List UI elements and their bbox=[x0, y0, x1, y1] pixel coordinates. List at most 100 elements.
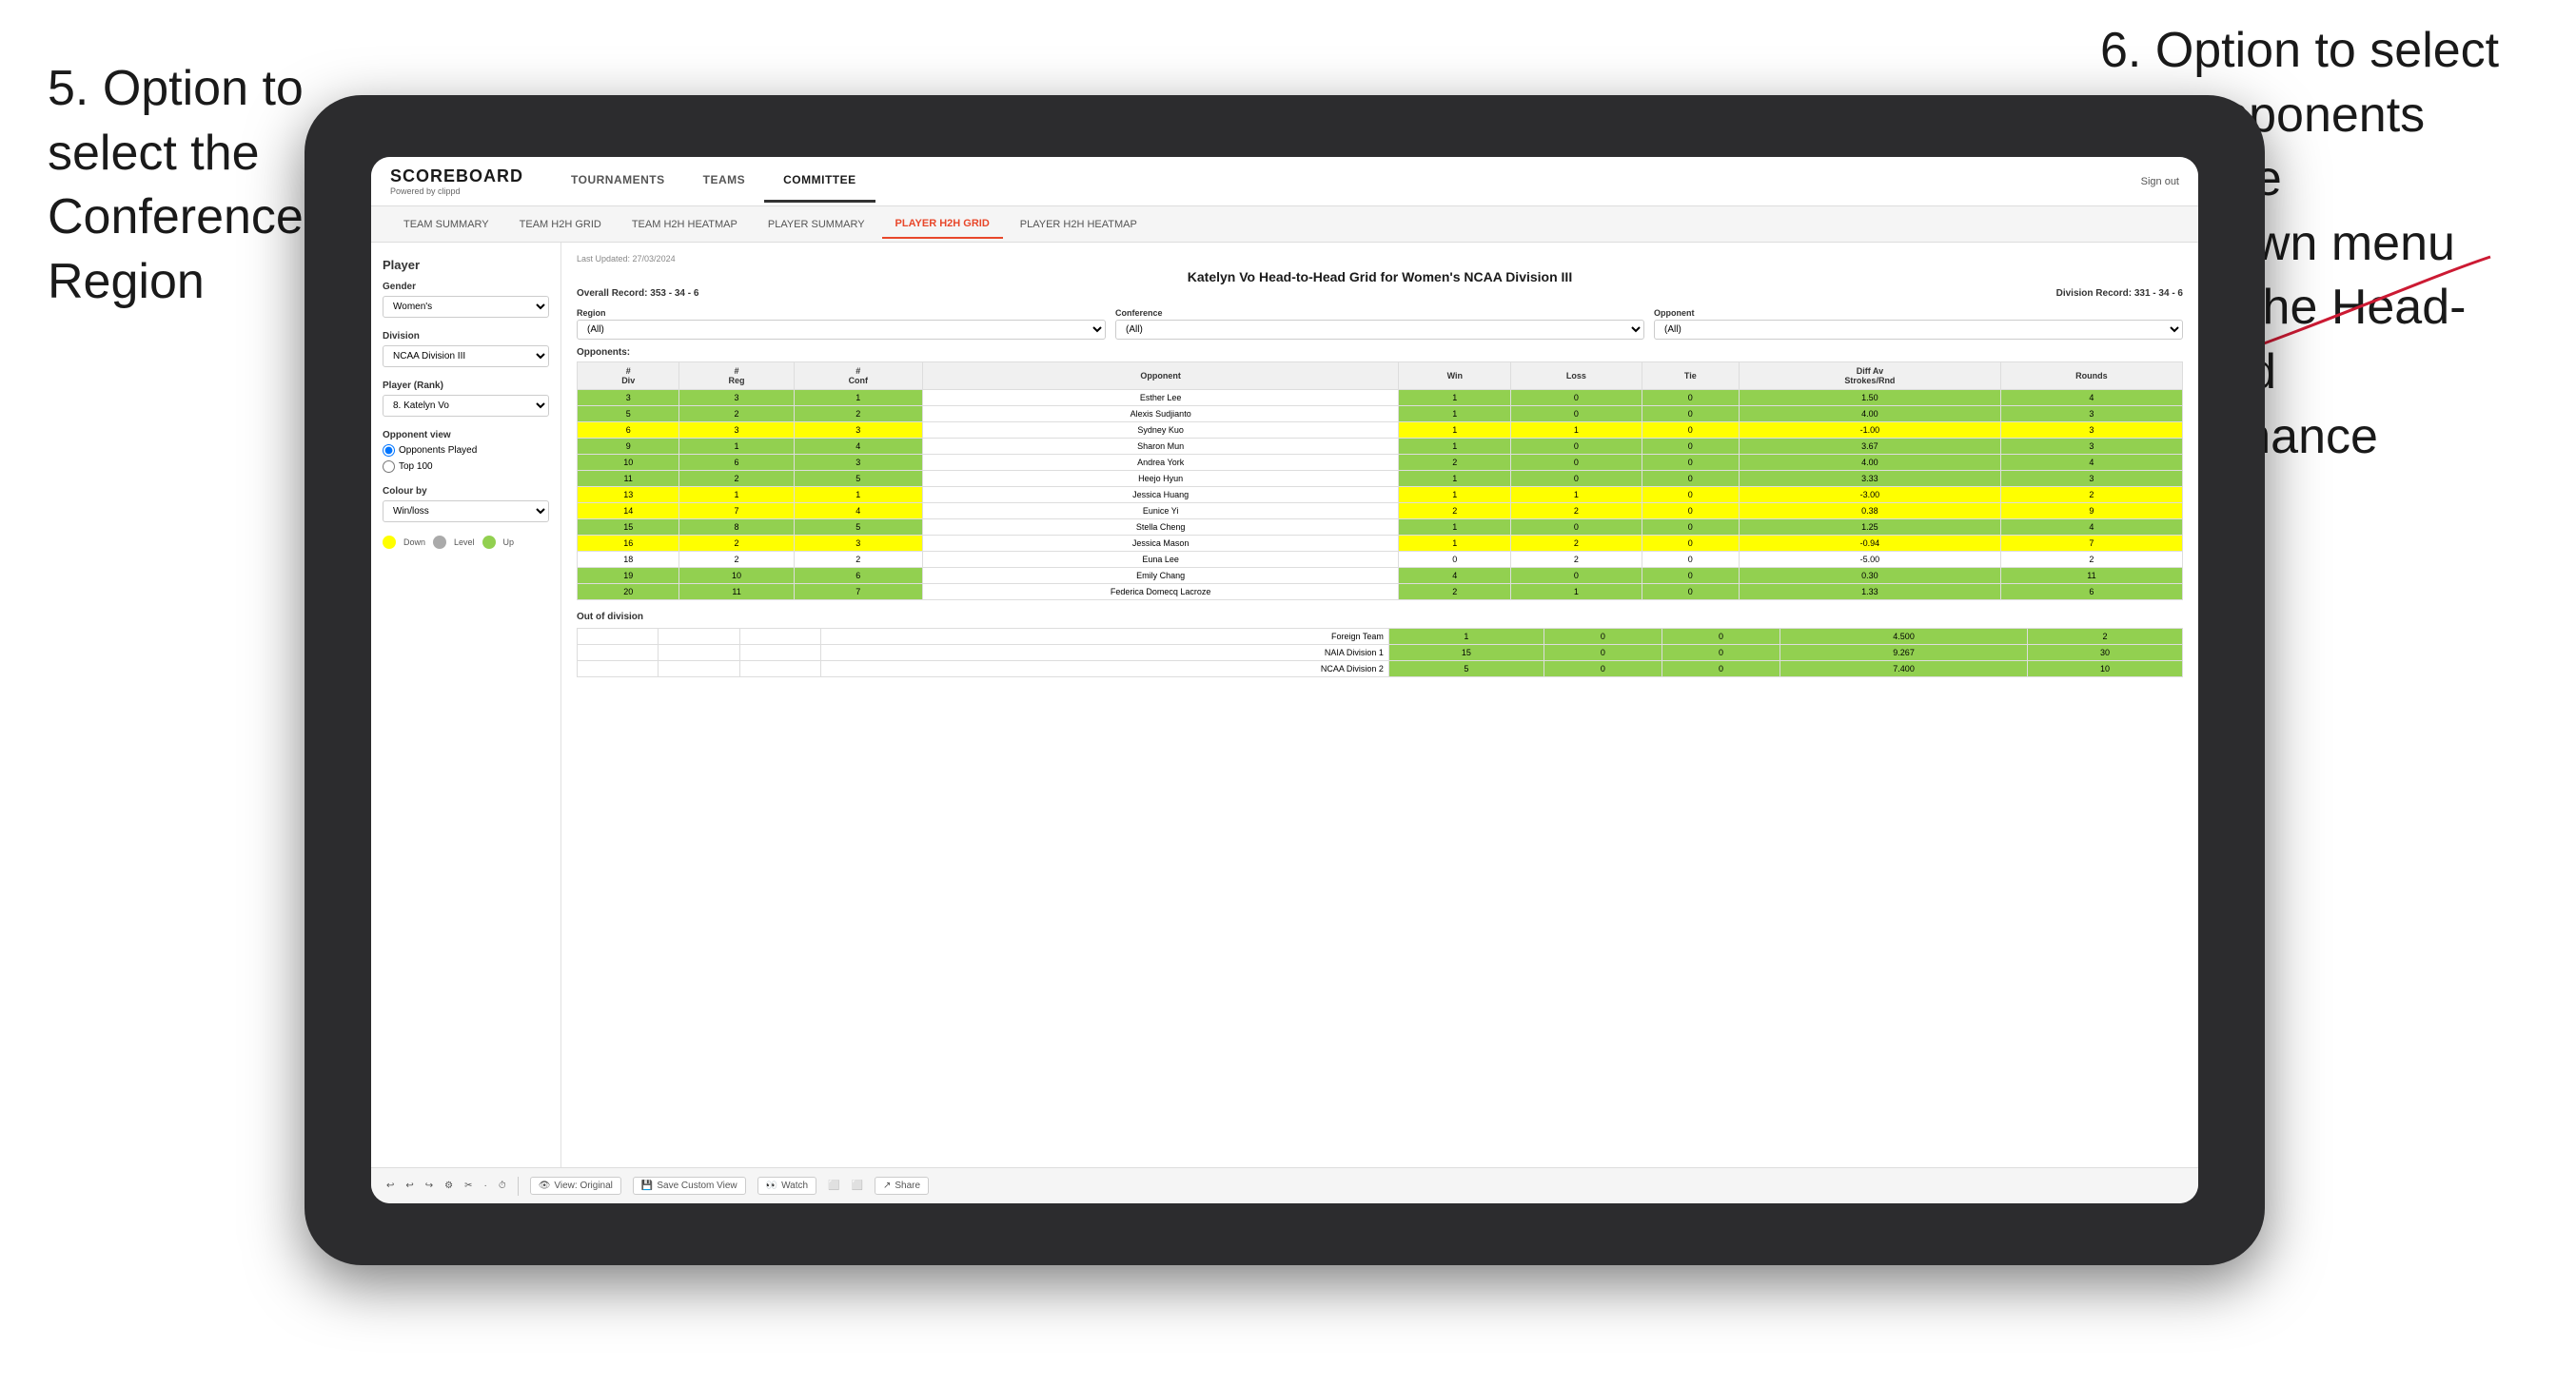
col-reg: #Reg bbox=[679, 362, 794, 390]
player-rank-select[interactable]: 8. Katelyn Vo bbox=[383, 395, 549, 417]
col-conf: #Conf bbox=[794, 362, 922, 390]
logo-text: SCOREBOARD bbox=[390, 166, 523, 186]
filter-row: Region (All) Conference (All) Opponent bbox=[577, 308, 2183, 340]
tab-team-h2h-heatmap[interactable]: TEAM H2H HEATMAP bbox=[619, 211, 751, 238]
color-label-up: Up bbox=[503, 537, 515, 547]
out-of-division-label: Out of division bbox=[577, 612, 2183, 622]
division-record: Division Record: 331 - 34 - 6 bbox=[2056, 288, 2183, 299]
toolbar-icon1[interactable]: ⬜ bbox=[828, 1181, 839, 1191]
col-loss: Loss bbox=[1511, 362, 1642, 390]
filter-opponent-label: Opponent bbox=[1654, 308, 2183, 318]
nav-teams[interactable]: TEAMS bbox=[684, 160, 765, 203]
opponent-filter-select[interactable]: (All) bbox=[1654, 320, 2183, 340]
table-row: 1623Jessica Mason120-0.947 bbox=[578, 536, 2183, 552]
bottom-toolbar: ↩ ↩ ↪ ⚙ ✂ · ⏱ 👁 View: Original 💾 Save Cu… bbox=[371, 1167, 2198, 1203]
color-label-level: Level bbox=[454, 537, 475, 547]
color-circle-down bbox=[383, 536, 396, 549]
table-row: 633Sydney Kuo110-1.003 bbox=[578, 422, 2183, 439]
conf-filter-select[interactable]: (All) bbox=[1115, 320, 1644, 340]
colour-select[interactable]: Win/loss bbox=[383, 500, 549, 522]
toolbar-icon2[interactable]: ⬜ bbox=[852, 1181, 863, 1191]
color-label-down: Down bbox=[403, 537, 425, 547]
sidebar-player-rank-section: Player (Rank) 8. Katelyn Vo bbox=[383, 381, 549, 417]
sidebar-opponent-view-section: Opponent view Opponents Played Top 100 bbox=[383, 430, 549, 473]
tab-player-summary[interactable]: PLAYER SUMMARY bbox=[755, 211, 878, 238]
ood-table-row: NAIA Division 115009.26730 bbox=[578, 645, 2183, 661]
save-custom-btn[interactable]: 💾 Save Custom View bbox=[633, 1177, 746, 1195]
ood-table-row: NCAA Division 25007.40010 bbox=[578, 661, 2183, 677]
gender-select[interactable]: Women's bbox=[383, 296, 549, 318]
undo-icon[interactable]: ↩ bbox=[386, 1181, 394, 1191]
sign-out-link[interactable]: Sign out bbox=[2141, 176, 2179, 187]
col-opponent: Opponent bbox=[922, 362, 1398, 390]
view-original-btn[interactable]: 👁 View: Original bbox=[530, 1177, 621, 1195]
radio-top100[interactable]: Top 100 bbox=[383, 460, 549, 473]
table-row: 20117Federica Domecq Lacroze2101.336 bbox=[578, 584, 2183, 600]
tab-team-h2h-grid[interactable]: TEAM H2H GRID bbox=[506, 211, 615, 238]
ood-table: Foreign Team1004.5002NAIA Division 11500… bbox=[577, 628, 2183, 677]
table-row: 331Esther Lee1001.504 bbox=[578, 390, 2183, 406]
sidebar-colour-section: Colour by Win/loss bbox=[383, 486, 549, 522]
logo-area: SCOREBOARD Powered by clippd bbox=[390, 166, 523, 196]
sub-nav: TEAM SUMMARY TEAM H2H GRID TEAM H2H HEAT… bbox=[371, 206, 2198, 243]
table-row: 1063Andrea York2004.004 bbox=[578, 455, 2183, 471]
sidebar-player-title: Player bbox=[383, 258, 549, 272]
records-row: Overall Record: 353 - 34 - 6 Division Re… bbox=[577, 288, 2183, 299]
sidebar-gender-section: Gender Women's bbox=[383, 282, 549, 318]
save-icon: 💾 bbox=[641, 1181, 653, 1191]
nav-committee[interactable]: COMMITTEE bbox=[764, 160, 875, 203]
filter-region-label: Region bbox=[577, 308, 1106, 318]
share-btn[interactable]: ↗ Share bbox=[875, 1177, 929, 1195]
sidebar: Player Gender Women's Division NCAA Divi… bbox=[371, 243, 561, 1167]
table-row: 1585Stella Cheng1001.254 bbox=[578, 519, 2183, 536]
settings-icon[interactable]: ⚙ bbox=[444, 1181, 453, 1191]
sidebar-division-label: Division bbox=[383, 331, 549, 342]
tab-team-summary[interactable]: TEAM SUMMARY bbox=[390, 211, 502, 238]
filter-group-region: Region (All) bbox=[577, 308, 1106, 340]
table-row: 1822Euna Lee020-5.002 bbox=[578, 552, 2183, 568]
main-nav: TOURNAMENTS TEAMS COMMITTEE bbox=[552, 160, 2141, 203]
color-circle-level bbox=[433, 536, 446, 549]
tablet-device: SCOREBOARD Powered by clippd TOURNAMENTS… bbox=[305, 95, 2265, 1265]
table-row: 1474Eunice Yi2200.389 bbox=[578, 503, 2183, 519]
redo-icon[interactable]: ↪ bbox=[425, 1181, 433, 1191]
region-filter-select[interactable]: (All) bbox=[577, 320, 1106, 340]
share-label: Share bbox=[895, 1181, 920, 1191]
view-original-label: View: Original bbox=[554, 1181, 613, 1191]
filter-group-conf: Conference (All) bbox=[1115, 308, 1644, 340]
watch-label: Watch bbox=[781, 1181, 808, 1191]
save-custom-label: Save Custom View bbox=[657, 1181, 737, 1191]
nav-tournaments[interactable]: TOURNAMENTS bbox=[552, 160, 684, 203]
table-row: 914Sharon Mun1003.673 bbox=[578, 439, 2183, 455]
annotation-right-line1: 6. Option to select bbox=[2100, 19, 2566, 84]
col-win: Win bbox=[1399, 362, 1511, 390]
logo-sub: Powered by clippd bbox=[390, 186, 523, 196]
tab-player-h2h-heatmap[interactable]: PLAYER H2H HEATMAP bbox=[1007, 211, 1150, 238]
tablet-screen: SCOREBOARD Powered by clippd TOURNAMENTS… bbox=[371, 157, 2198, 1203]
toolbar-separator bbox=[518, 1177, 519, 1196]
cut-icon[interactable]: ✂ bbox=[464, 1181, 472, 1191]
content-area: Last Updated: 27/03/2024 Katelyn Vo Head… bbox=[561, 243, 2198, 1167]
undo2-icon[interactable]: ↩ bbox=[405, 1181, 413, 1191]
sidebar-player-rank-label: Player (Rank) bbox=[383, 381, 549, 391]
overall-record: Overall Record: 353 - 34 - 6 bbox=[577, 288, 698, 299]
opponent-view-radio-group: Opponents Played Top 100 bbox=[383, 444, 549, 473]
app-header: SCOREBOARD Powered by clippd TOURNAMENTS… bbox=[371, 157, 2198, 206]
filter-group-opponent: Opponent (All) bbox=[1654, 308, 2183, 340]
table-row: 522Alexis Sudjianto1004.003 bbox=[578, 406, 2183, 422]
opponents-label: Opponents: bbox=[577, 347, 2183, 358]
clock-icon[interactable]: ⏱ bbox=[499, 1181, 506, 1191]
header-right: Sign out bbox=[2141, 176, 2179, 187]
eye-icon: 👁 bbox=[539, 1181, 551, 1191]
watch-icon: 👀 bbox=[766, 1181, 777, 1191]
sidebar-colour-label: Colour by bbox=[383, 486, 549, 497]
col-rounds: Rounds bbox=[2000, 362, 2182, 390]
watch-btn[interactable]: 👀 Watch bbox=[757, 1177, 816, 1195]
division-select[interactable]: NCAA Division III bbox=[383, 345, 549, 367]
sidebar-division-section: Division NCAA Division III bbox=[383, 331, 549, 367]
last-updated: Last Updated: 27/03/2024 bbox=[577, 254, 2183, 264]
sidebar-opponent-view-label: Opponent view bbox=[383, 430, 549, 440]
share-icon: ↗ bbox=[883, 1181, 891, 1191]
tab-player-h2h-grid[interactable]: PLAYER H2H GRID bbox=[882, 210, 1003, 239]
radio-opponents-played[interactable]: Opponents Played bbox=[383, 444, 549, 457]
